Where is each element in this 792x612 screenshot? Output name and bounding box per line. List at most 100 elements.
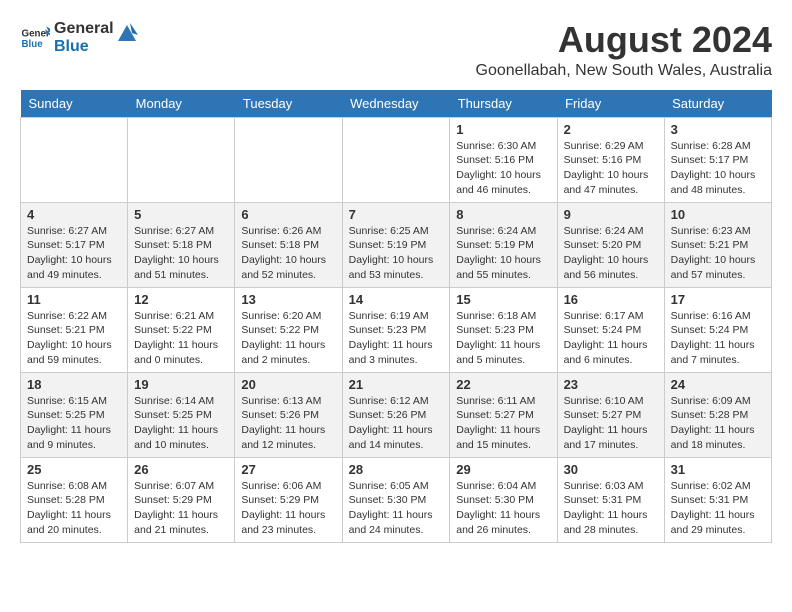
calendar-cell: 23 Sunrise: 6:10 AMSunset: 5:27 PMDayligh… [557,372,664,457]
day-number: 5 [134,207,228,222]
day-content: Sunrise: 6:28 AMSunset: 5:17 PMDaylight:… [671,139,765,198]
day-number: 25 [27,462,121,477]
day-content: Sunrise: 6:27 AMSunset: 5:17 PMDaylight:… [27,224,121,283]
day-number: 3 [671,122,765,137]
weekday-header-row: SundayMondayTuesdayWednesdayThursdayFrid… [21,90,772,118]
day-number: 20 [241,377,335,392]
calendar-cell: 18 Sunrise: 6:15 AMSunset: 5:25 PMDayligh… [21,372,128,457]
header: General Blue General Blue August 2024 Go… [20,20,772,80]
day-content: Sunrise: 6:29 AMSunset: 5:16 PMDaylight:… [564,139,658,198]
calendar-cell [342,117,450,202]
calendar-cell: 30 Sunrise: 6:03 AMSunset: 5:31 PMDayligh… [557,457,664,542]
calendar-cell: 19Sunrise: 6:14 AMSunset: 5:25 PMDayligh… [128,372,235,457]
day-content: Sunrise: 6:12 AMSunset: 5:26 PMDaylight:… [349,394,444,453]
calendar-cell: 16 Sunrise: 6:17 AMSunset: 5:24 PMDayligh… [557,287,664,372]
day-content: Sunrise: 6:18 AMSunset: 5:23 PMDaylight:… [456,309,550,368]
calendar-cell: 14 Sunrise: 6:19 AMSunset: 5:23 PMDayligh… [342,287,450,372]
calendar-cell: 25Sunrise: 6:08 AMSunset: 5:28 PMDayligh… [21,457,128,542]
day-content: Sunrise: 6:24 AMSunset: 5:20 PMDaylight:… [564,224,658,283]
day-content: Sunrise: 6:06 AMSunset: 5:29 PMDaylight:… [241,479,335,538]
day-number: 17 [671,292,765,307]
week-row-5: 25Sunrise: 6:08 AMSunset: 5:28 PMDayligh… [21,457,772,542]
calendar-cell: 11 Sunrise: 6:22 AMSunset: 5:21 PMDayligh… [21,287,128,372]
day-content: Sunrise: 6:03 AMSunset: 5:31 PMDaylight:… [564,479,658,538]
day-number: 7 [349,207,444,222]
day-number: 16 [564,292,658,307]
calendar-cell: 24 Sunrise: 6:09 AMSunset: 5:28 PMDayligh… [664,372,771,457]
day-number: 22 [456,377,550,392]
day-content: Sunrise: 6:26 AMSunset: 5:18 PMDaylight:… [241,224,335,283]
calendar-cell: 31 Sunrise: 6:02 AMSunset: 5:31 PMDayligh… [664,457,771,542]
weekday-header-sunday: Sunday [21,90,128,118]
day-content: Sunrise: 6:02 AMSunset: 5:31 PMDaylight:… [671,479,765,538]
calendar-cell: 1 Sunrise: 6:30 AMSunset: 5:16 PMDaylight… [450,117,557,202]
calendar-cell: 21 Sunrise: 6:12 AMSunset: 5:26 PMDayligh… [342,372,450,457]
day-number: 12 [134,292,228,307]
day-content: Sunrise: 6:15 AMSunset: 5:25 PMDaylight:… [27,394,121,453]
day-number: 9 [564,207,658,222]
day-number: 23 [564,377,658,392]
logo: General Blue General Blue [20,20,138,55]
day-content: Sunrise: 6:25 AMSunset: 5:19 PMDaylight:… [349,224,444,283]
calendar-cell: 10Sunrise: 6:23 AMSunset: 5:21 PMDayligh… [664,202,771,287]
day-content: Sunrise: 6:11 AMSunset: 5:27 PMDaylight:… [456,394,550,453]
day-content: Sunrise: 6:09 AMSunset: 5:28 PMDaylight:… [671,394,765,453]
day-number: 21 [349,377,444,392]
day-number: 4 [27,207,121,222]
day-content: Sunrise: 6:20 AMSunset: 5:22 PMDaylight:… [241,309,335,368]
day-number: 15 [456,292,550,307]
day-content: Sunrise: 6:19 AMSunset: 5:23 PMDaylight:… [349,309,444,368]
day-number: 13 [241,292,335,307]
day-number: 14 [349,292,444,307]
calendar-cell: 2 Sunrise: 6:29 AMSunset: 5:16 PMDaylight… [557,117,664,202]
calendar-cell [235,117,342,202]
weekday-header-wednesday: Wednesday [342,90,450,118]
day-content: Sunrise: 6:22 AMSunset: 5:21 PMDaylight:… [27,309,121,368]
week-row-2: 4 Sunrise: 6:27 AMSunset: 5:17 PMDaylight… [21,202,772,287]
calendar-cell: 3 Sunrise: 6:28 AMSunset: 5:17 PMDaylight… [664,117,771,202]
calendar-cell: 29Sunrise: 6:04 AMSunset: 5:30 PMDayligh… [450,457,557,542]
svg-text:Blue: Blue [22,39,44,50]
day-number: 27 [241,462,335,477]
calendar-cell: 4 Sunrise: 6:27 AMSunset: 5:17 PMDaylight… [21,202,128,287]
day-content: Sunrise: 6:07 AMSunset: 5:29 PMDaylight:… [134,479,228,538]
week-row-3: 11 Sunrise: 6:22 AMSunset: 5:21 PMDayligh… [21,287,772,372]
calendar-cell: 6 Sunrise: 6:26 AMSunset: 5:18 PMDaylight… [235,202,342,287]
calendar-cell [128,117,235,202]
day-number: 2 [564,122,658,137]
calendar-table: SundayMondayTuesdayWednesdayThursdayFrid… [20,90,772,543]
day-number: 28 [349,462,444,477]
day-number: 11 [27,292,121,307]
calendar-cell: 26Sunrise: 6:07 AMSunset: 5:29 PMDayligh… [128,457,235,542]
day-content: Sunrise: 6:30 AMSunset: 5:16 PMDaylight:… [456,139,550,198]
day-content: Sunrise: 6:21 AMSunset: 5:22 PMDaylight:… [134,309,228,368]
day-content: Sunrise: 6:24 AMSunset: 5:19 PMDaylight:… [456,224,550,283]
calendar-cell: 9 Sunrise: 6:24 AMSunset: 5:20 PMDaylight… [557,202,664,287]
day-content: Sunrise: 6:17 AMSunset: 5:24 PMDaylight:… [564,309,658,368]
month-year-title: August 2024 [476,20,772,60]
day-number: 18 [27,377,121,392]
calendar-cell: 12 Sunrise: 6:21 AMSunset: 5:22 PMDayligh… [128,287,235,372]
day-number: 1 [456,122,550,137]
weekday-header-tuesday: Tuesday [235,90,342,118]
day-number: 30 [564,462,658,477]
calendar-cell: 5Sunrise: 6:27 AMSunset: 5:18 PMDaylight… [128,202,235,287]
weekday-header-thursday: Thursday [450,90,557,118]
day-content: Sunrise: 6:16 AMSunset: 5:24 PMDaylight:… [671,309,765,368]
location-subtitle: Goonellabah, New South Wales, Australia [476,62,772,80]
calendar-cell [21,117,128,202]
week-row-1: 1 Sunrise: 6:30 AMSunset: 5:16 PMDaylight… [21,117,772,202]
logo-general: General [54,20,114,38]
weekday-header-monday: Monday [128,90,235,118]
calendar-cell: 27 Sunrise: 6:06 AMSunset: 5:29 PMDayligh… [235,457,342,542]
calendar-cell: 28Sunrise: 6:05 AMSunset: 5:30 PMDayligh… [342,457,450,542]
day-number: 6 [241,207,335,222]
calendar-cell: 8Sunrise: 6:24 AMSunset: 5:19 PMDaylight… [450,202,557,287]
day-number: 31 [671,462,765,477]
day-content: Sunrise: 6:13 AMSunset: 5:26 PMDaylight:… [241,394,335,453]
day-number: 24 [671,377,765,392]
day-content: Sunrise: 6:04 AMSunset: 5:30 PMDaylight:… [456,479,550,538]
calendar-cell: 7 Sunrise: 6:25 AMSunset: 5:19 PMDaylight… [342,202,450,287]
week-row-4: 18 Sunrise: 6:15 AMSunset: 5:25 PMDayligh… [21,372,772,457]
day-content: Sunrise: 6:10 AMSunset: 5:27 PMDaylight:… [564,394,658,453]
